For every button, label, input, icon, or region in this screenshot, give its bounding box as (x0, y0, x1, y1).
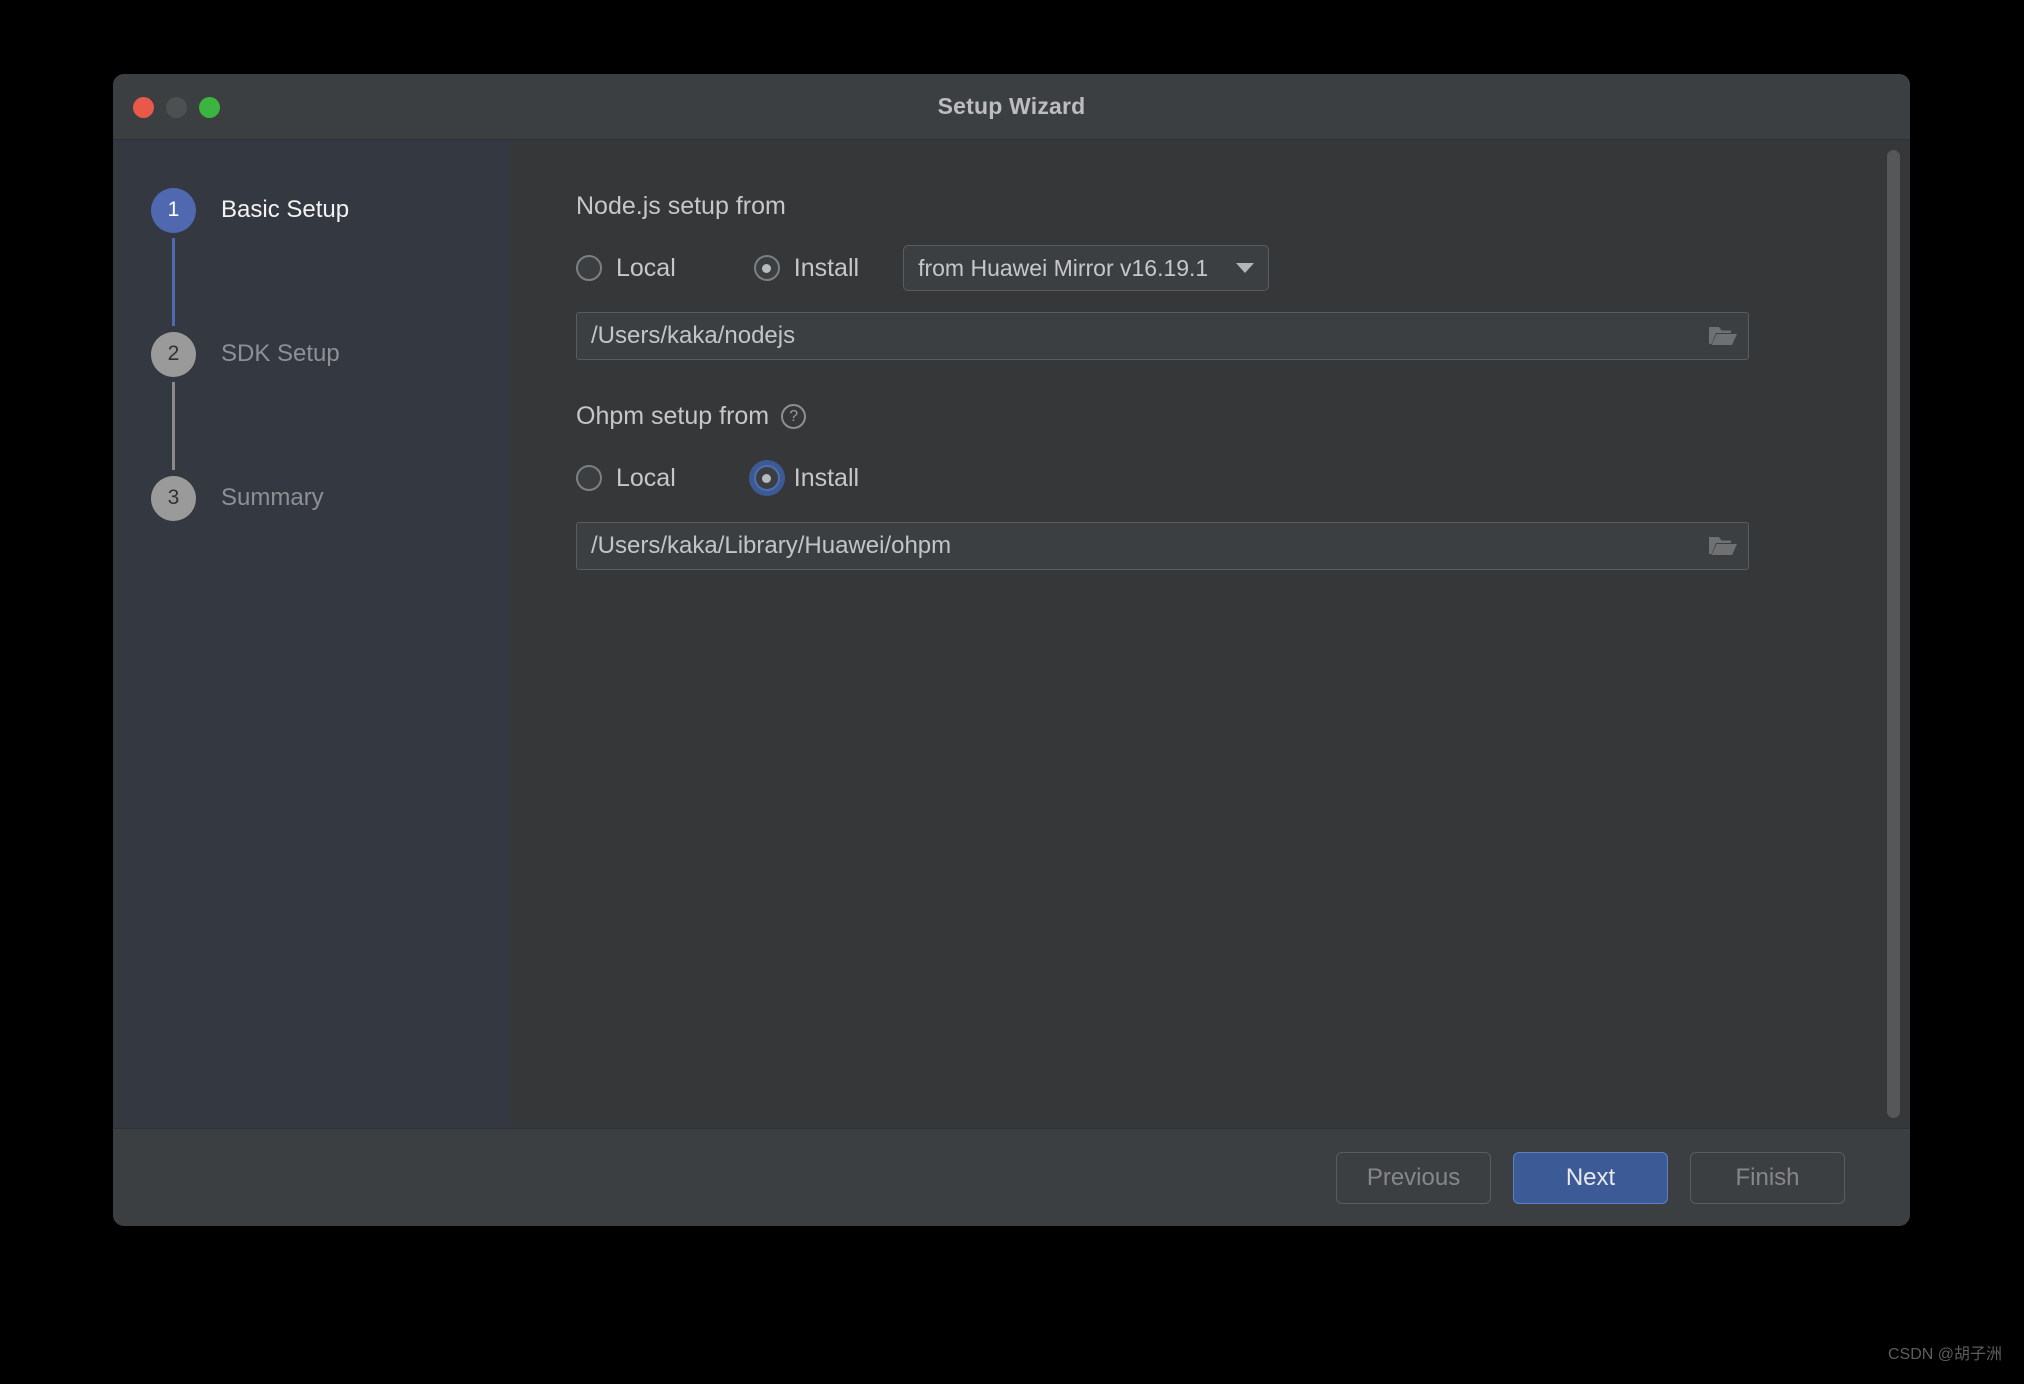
ohpm-section-label: Ohpm setup from ? (576, 402, 1910, 431)
step-connector-2 (172, 382, 175, 470)
nodejs-install-label: Install (793, 253, 860, 282)
radio-circle-icon (576, 465, 602, 491)
folder-icon[interactable] (1708, 324, 1738, 348)
next-button[interactable]: Next (1513, 1151, 1668, 1204)
window-title: Setup Wizard (937, 93, 1086, 119)
chevron-down-icon (1236, 263, 1255, 273)
ohpm-path-value: /Users/kaka/Library/Huawei/ohpm (591, 532, 952, 559)
nodejs-mirror-value: from Huawei Mirror v16.19.1 (918, 254, 1209, 281)
close-window-icon[interactable] (133, 96, 154, 118)
window-title-bar: Setup Wizard (113, 74, 1910, 140)
wizard-footer: Previous Next Finish (113, 1128, 1910, 1226)
wizard-step-sidebar: 1 Basic Setup 2 SDK Setup 3 Summary (113, 140, 511, 1128)
ohpm-source-radio-group: Local Install (576, 456, 1910, 500)
scrollbar-thumb[interactable] (1887, 150, 1900, 1118)
ohpm-section-title: Ohpm setup from (576, 402, 770, 430)
zoom-window-icon[interactable] (199, 96, 220, 118)
ohpm-install-radio[interactable]: Install (753, 463, 860, 493)
nodejs-install-radio[interactable]: Install (753, 253, 860, 283)
radio-circle-selected-focused-icon (753, 465, 780, 491)
sidebar-step-summary[interactable]: 3 Summary (113, 470, 511, 526)
nodejs-path-field[interactable]: /Users/kaka/nodejs (576, 312, 1749, 360)
wizard-content-pane: Node.js setup from Local Install from Hu… (511, 140, 1910, 1128)
finish-button[interactable]: Finish (1690, 1151, 1845, 1204)
nodejs-local-radio[interactable]: Local (576, 254, 676, 283)
radio-circle-selected-icon (753, 255, 780, 281)
step-number-badge: 1 (151, 187, 196, 233)
traffic-light-group (133, 74, 220, 140)
folder-icon[interactable] (1708, 534, 1738, 558)
step-number-badge: 2 (151, 331, 196, 377)
setup-wizard-window: Setup Wizard 1 Basic Setup 2 SDK Setup 3… (113, 74, 1910, 1226)
window-body: 1 Basic Setup 2 SDK Setup 3 Summary Node… (113, 140, 1910, 1128)
help-circle-icon[interactable]: ? (781, 404, 807, 429)
ohpm-local-radio[interactable]: Local (576, 464, 676, 493)
nodejs-local-label: Local (616, 253, 676, 282)
minimize-window-icon[interactable] (166, 96, 187, 118)
content-scrollbar[interactable] (1887, 150, 1900, 1118)
nodejs-path-value: /Users/kaka/nodejs (591, 322, 796, 349)
nodejs-section-label: Node.js setup from (576, 192, 1910, 221)
radio-circle-icon (576, 255, 602, 281)
ohpm-path-field[interactable]: /Users/kaka/Library/Huawei/ohpm (576, 522, 1749, 570)
step-label: Basic Setup (221, 196, 350, 223)
previous-button[interactable]: Previous (1336, 1151, 1491, 1204)
ohpm-local-label: Local (616, 463, 676, 492)
step-label: SDK Setup (221, 340, 340, 367)
sidebar-step-sdk-setup[interactable]: 2 SDK Setup (113, 326, 511, 382)
nodejs-section-title: Node.js setup from (576, 192, 786, 220)
ohpm-install-label: Install (793, 463, 860, 492)
step-number-badge: 3 (151, 475, 196, 521)
watermark-text: CSDN @胡子洲 (1887, 1346, 2002, 1363)
step-connector-1 (172, 238, 175, 326)
step-label: Summary (221, 484, 324, 511)
nodejs-source-radio-group: Local Install from Huawei Mirror v16.19.… (576, 245, 1910, 291)
nodejs-mirror-dropdown[interactable]: from Huawei Mirror v16.19.1 (903, 245, 1270, 291)
sidebar-step-basic-setup[interactable]: 1 Basic Setup (113, 182, 511, 238)
